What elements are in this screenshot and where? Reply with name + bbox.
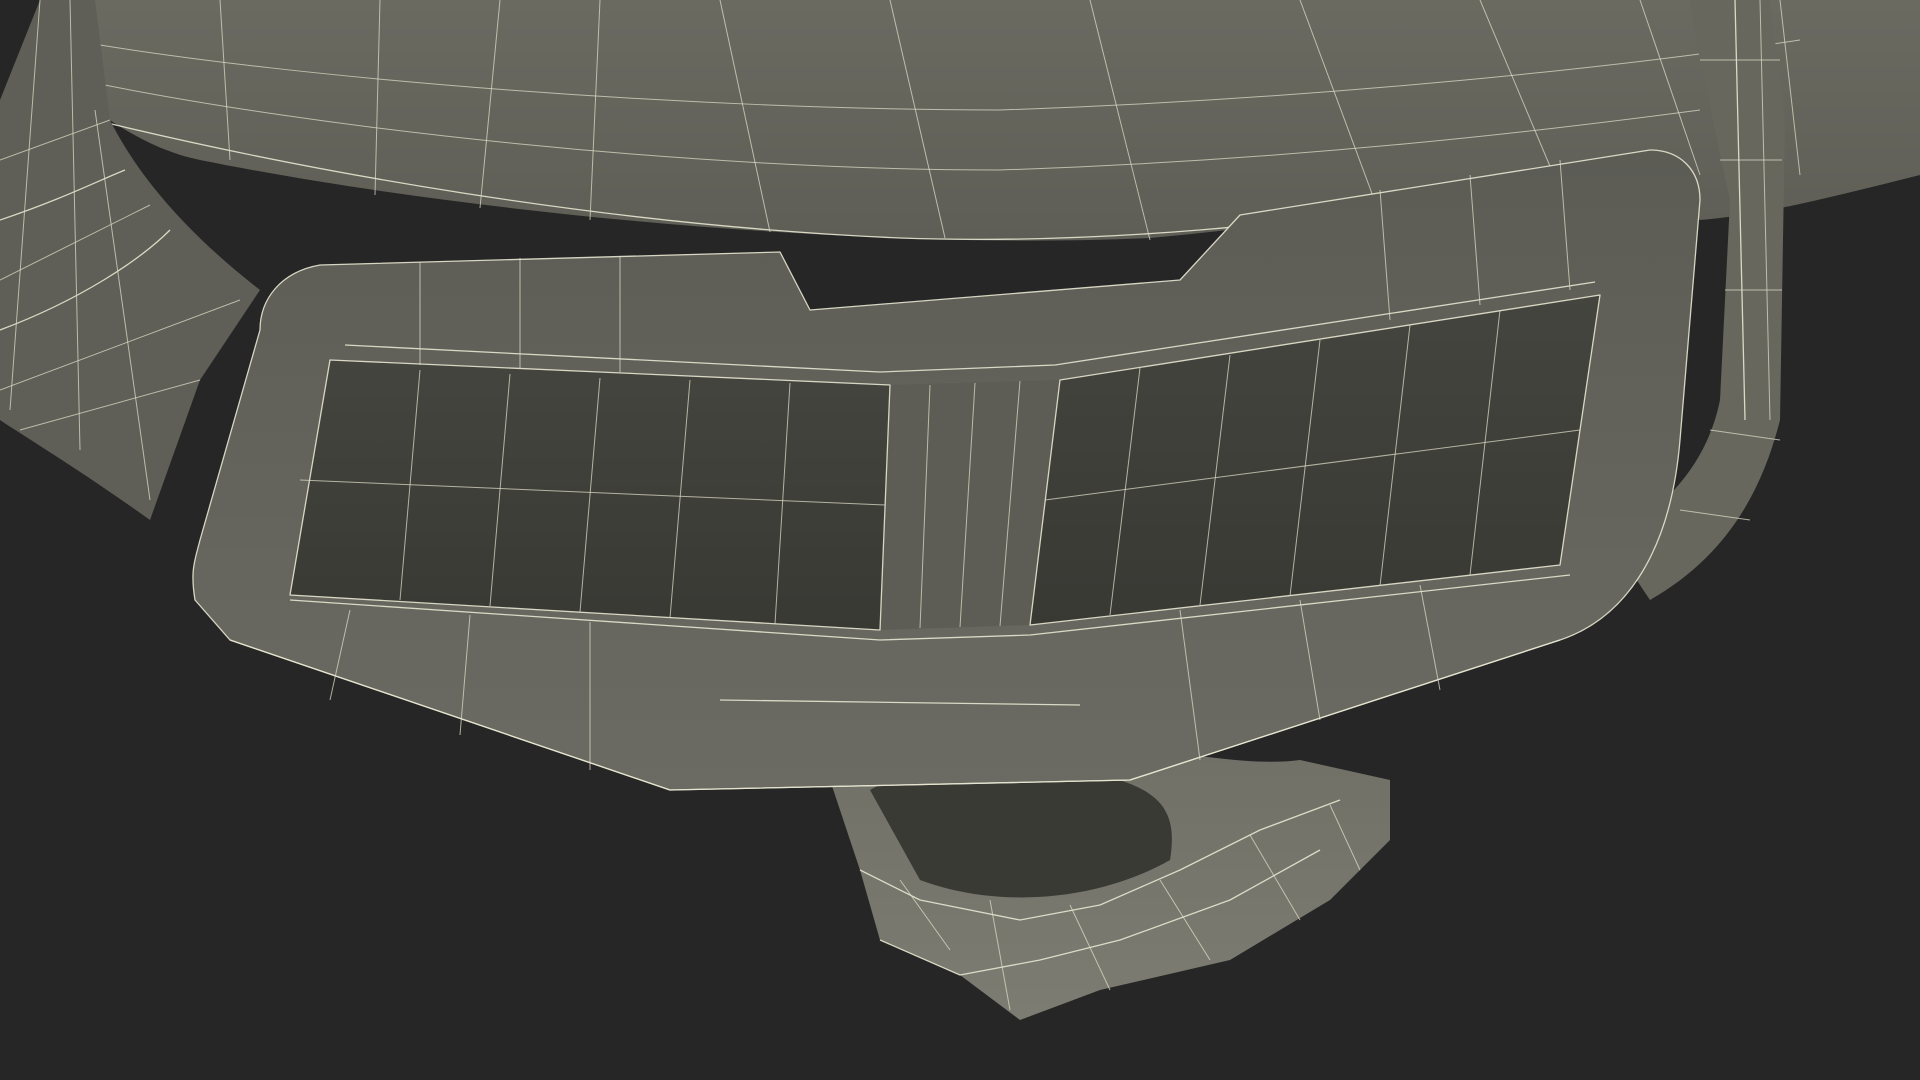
center-divider	[880, 380, 1060, 630]
wireframe-render	[0, 0, 1920, 1080]
render-viewport	[0, 0, 1920, 1080]
